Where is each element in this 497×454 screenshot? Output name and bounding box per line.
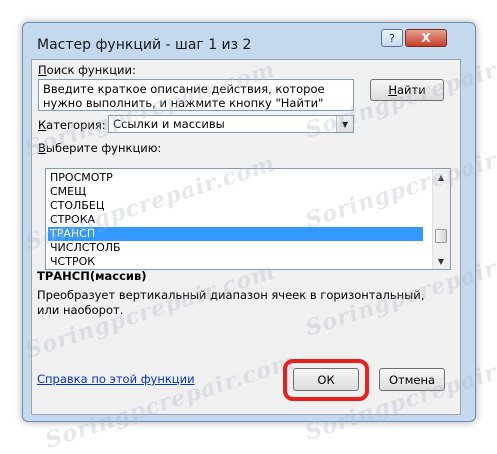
title-bar[interactable]: Мастер функций - шаг 1 из 2 ? X [23, 23, 475, 53]
find-button[interactable]: Найти [370, 79, 444, 101]
function-description: Преобразует вертикальный диапазон ячеек … [37, 288, 425, 317]
chevron-down-icon[interactable]: ▼ [336, 116, 353, 132]
search-input[interactable]: Введите краткое описание действия, котор… [38, 79, 354, 111]
category-select[interactable]: Ссылки и массивы ▼ [108, 115, 354, 133]
list-scrollbar[interactable]: ▲ ▼ [432, 169, 450, 269]
scroll-down-icon[interactable]: ▼ [433, 253, 449, 269]
scroll-up-icon[interactable]: ▲ [433, 169, 449, 185]
cancel-button[interactable]: Отмена [379, 368, 445, 391]
close-icon: X [421, 31, 431, 45]
window-title: Мастер функций - шаг 1 из 2 [37, 37, 252, 53]
function-list-label: Выберите функцию: [38, 141, 162, 155]
function-help-link[interactable]: Справка по этой функции [37, 372, 195, 386]
ok-button-highlight [283, 359, 369, 401]
list-item[interactable]: ЧИСЛСТОЛБ [48, 241, 423, 255]
function-signature: ТРАНСП(массив) [37, 269, 147, 283]
list-item[interactable]: СМЕЩ [48, 185, 423, 199]
close-button[interactable]: X [405, 29, 447, 47]
question-icon: ? [389, 31, 395, 45]
list-item[interactable]: СТРОКА [48, 213, 423, 227]
list-item[interactable]: ПРОСМОТР [48, 171, 423, 185]
search-label: Поиск функции: [38, 63, 136, 77]
function-list[interactable]: ПРОСМОТР СМЕЩ СТОЛБЕЦ СТРОКА ТРАНСП ЧИСЛ… [45, 168, 451, 270]
category-label: Категория: [38, 118, 106, 132]
function-wizard-window: Мастер функций - шаг 1 из 2 ? X Поиск фу… [22, 22, 476, 422]
list-item-selected[interactable]: ТРАНСП [48, 227, 423, 241]
help-button[interactable]: ? [381, 29, 403, 47]
category-value: Ссылки и массивы [113, 117, 225, 131]
list-item[interactable]: ЧСТРОК [48, 255, 423, 269]
scrollbar-thumb[interactable] [435, 229, 447, 243]
list-item[interactable]: СТОЛБЕЦ [48, 199, 423, 213]
